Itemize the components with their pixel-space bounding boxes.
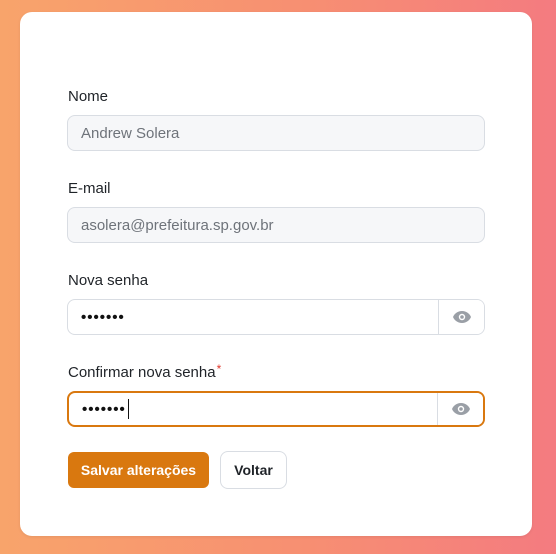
save-changes-button[interactable]: Salvar alterações [68, 452, 209, 488]
toggle-new-password-visibility-button[interactable] [438, 300, 484, 334]
confirm-password-masked-value: ••••••• [82, 400, 126, 418]
name-value: Andrew Solera [81, 124, 180, 142]
email-label: E-mail [68, 180, 111, 197]
confirm-password-label-text: Confirmar nova senha [68, 364, 216, 381]
new-password-input[interactable]: ••••••• [68, 300, 438, 334]
text-cursor [127, 399, 130, 419]
back-button[interactable]: Voltar [220, 451, 287, 489]
eye-icon [451, 403, 470, 415]
new-password-masked-value: ••••••• [81, 308, 125, 326]
confirm-password-label: Confirmar nova senha* [68, 362, 222, 382]
required-marker: * [216, 362, 222, 376]
new-password-label: Nova senha [68, 272, 149, 289]
profile-card: Nome Andrew Solera E-mail asolera@prefei… [20, 12, 532, 536]
email-field[interactable]: asolera@prefeitura.sp.gov.br [67, 207, 485, 243]
name-label: Nome [68, 88, 109, 105]
confirm-password-field[interactable]: ••••••• [67, 391, 485, 427]
name-field[interactable]: Andrew Solera [67, 115, 485, 151]
toggle-confirm-password-visibility-button[interactable] [437, 393, 483, 425]
eye-icon [452, 311, 471, 323]
email-value: asolera@prefeitura.sp.gov.br [81, 216, 274, 234]
confirm-password-input[interactable]: ••••••• [69, 393, 437, 425]
new-password-field[interactable]: ••••••• [67, 299, 485, 335]
